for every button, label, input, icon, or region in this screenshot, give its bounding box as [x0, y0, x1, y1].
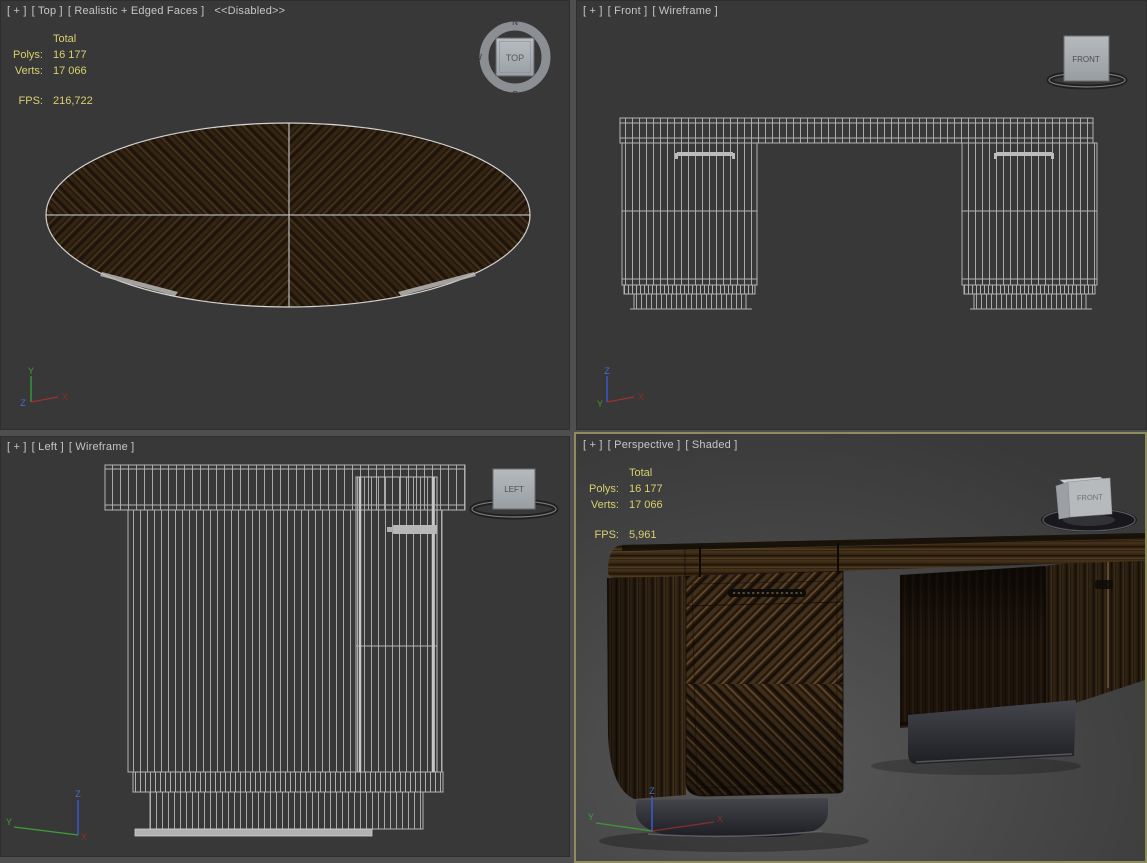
- stats-total-label: Total: [53, 33, 93, 49]
- viewport-menu-shading[interactable]: [ Realistic + Edged Faces ]: [68, 5, 205, 17]
- axis-tripod-perspective: Z X Y: [586, 784, 726, 846]
- stats-verts-label: Verts:: [589, 499, 629, 515]
- axis-z-label: Z: [649, 786, 655, 796]
- viewport-perspective[interactable]: [ + ] [ Perspective ] [ Shaded ] Total P…: [574, 432, 1147, 863]
- viewport-label-front: [ + ] [ Front ] [ Wireframe ]: [583, 5, 718, 17]
- axis-y-label: Y: [6, 817, 12, 827]
- stats-fps-value: 216,722: [53, 81, 93, 111]
- axis-z-label: Z: [75, 789, 81, 799]
- stats-fps-label: FPS:: [589, 515, 629, 545]
- axis-z-label: Z: [604, 366, 610, 376]
- viewcube-perspective[interactable]: FRONT: [1038, 456, 1138, 536]
- viewport-menu-pov[interactable]: [ Perspective ]: [608, 439, 681, 451]
- stats-polys-value: 16 177: [629, 483, 663, 499]
- compass-west-label: W: [474, 53, 482, 62]
- axis-x-label: X: [62, 392, 68, 402]
- viewcube-face-label: FRONT: [1072, 55, 1100, 64]
- drawer-handle-right-pedestal: [1095, 580, 1113, 589]
- statistics-panel: Total Polys: 16 177 Verts: 17 066 FPS: 5…: [589, 467, 663, 545]
- viewport-menu-general[interactable]: [ + ]: [7, 5, 27, 17]
- drawer-handle-right: [996, 152, 1052, 156]
- axis-tripod-left: Z Y X: [2, 786, 97, 846]
- viewport-label-perspective: [ + ] [ Perspective ] [ Shaded ]: [583, 439, 738, 451]
- axis-x-label: X: [81, 832, 87, 842]
- viewport-quad-layout: [ + ] [ Top ] [ Realistic + Edged Faces …: [0, 0, 1147, 863]
- viewport-menu-shading[interactable]: [ Shaded ]: [685, 439, 737, 451]
- stats-polys-label: Polys:: [13, 49, 53, 65]
- statistics-panel: Total Polys: 16 177 Verts: 17 066 FPS: 2…: [13, 33, 93, 111]
- drawer-handle-side: [393, 525, 437, 534]
- axis-tripod-top: Y X Z: [6, 366, 76, 416]
- viewcube-top[interactable]: N E S W TOP: [473, 15, 559, 101]
- viewport-menu-shading[interactable]: [ Wireframe ]: [652, 5, 718, 17]
- drawer-handle-left: [677, 152, 733, 156]
- axis-y-label: Y: [588, 812, 594, 822]
- stats-verts-value: 17 066: [629, 499, 663, 515]
- viewport-menu-pov[interactable]: [ Front ]: [608, 5, 648, 17]
- stats-total-label: Total: [629, 467, 663, 483]
- viewport-front[interactable]: [ + ] [ Front ] [ Wireframe ] FRONT Z X …: [576, 0, 1147, 430]
- stats-polys-value: 16 177: [53, 49, 93, 65]
- viewport-menu-general[interactable]: [ + ]: [583, 439, 603, 451]
- stats-verts-label: Verts:: [13, 65, 53, 81]
- stats-fps-value: 5,961: [629, 515, 663, 545]
- viewport-top[interactable]: [ + ] [ Top ] [ Realistic + Edged Faces …: [0, 0, 570, 430]
- axis-tripod-front: Z X Y: [582, 366, 652, 416]
- compass-south-label: S: [512, 90, 517, 99]
- stats-polys-label: Polys:: [589, 483, 629, 499]
- viewport-menu-general[interactable]: [ + ]: [583, 5, 603, 17]
- viewport-label-left: [ + ] [ Left ] [ Wireframe ]: [7, 441, 134, 453]
- viewcube-front[interactable]: FRONT: [1042, 25, 1137, 95]
- axis-y-label: Y: [597, 399, 603, 409]
- axis-z-label: Z: [20, 398, 26, 408]
- viewcube-face-label: LEFT: [504, 485, 524, 494]
- compass-north-label: N: [512, 18, 518, 27]
- compass-east-label: E: [550, 53, 555, 62]
- viewcube-left[interactable]: LEFT: [468, 460, 563, 526]
- viewport-disabled-note: <<Disabled>>: [214, 5, 285, 17]
- viewcube-face-label: FRONT: [1077, 492, 1104, 502]
- viewport-label-top: [ + ] [ Top ] [ Realistic + Edged Faces …: [7, 5, 285, 17]
- viewport-left[interactable]: [ + ] [ Left ] [ Wireframe ] LEFT Z Y X: [0, 436, 570, 857]
- stats-fps-label: FPS:: [13, 81, 53, 111]
- viewport-menu-pov[interactable]: [ Left ]: [32, 441, 64, 453]
- viewport-menu-pov[interactable]: [ Top ]: [32, 5, 63, 17]
- viewcube-face-label: TOP: [506, 53, 524, 63]
- axis-x-label: X: [638, 392, 644, 402]
- stats-verts-value: 17 066: [53, 65, 93, 81]
- axis-x-label: X: [717, 814, 723, 824]
- axis-y-label: Y: [28, 366, 34, 376]
- viewport-menu-shading[interactable]: [ Wireframe ]: [69, 441, 135, 453]
- viewport-menu-general[interactable]: [ + ]: [7, 441, 27, 453]
